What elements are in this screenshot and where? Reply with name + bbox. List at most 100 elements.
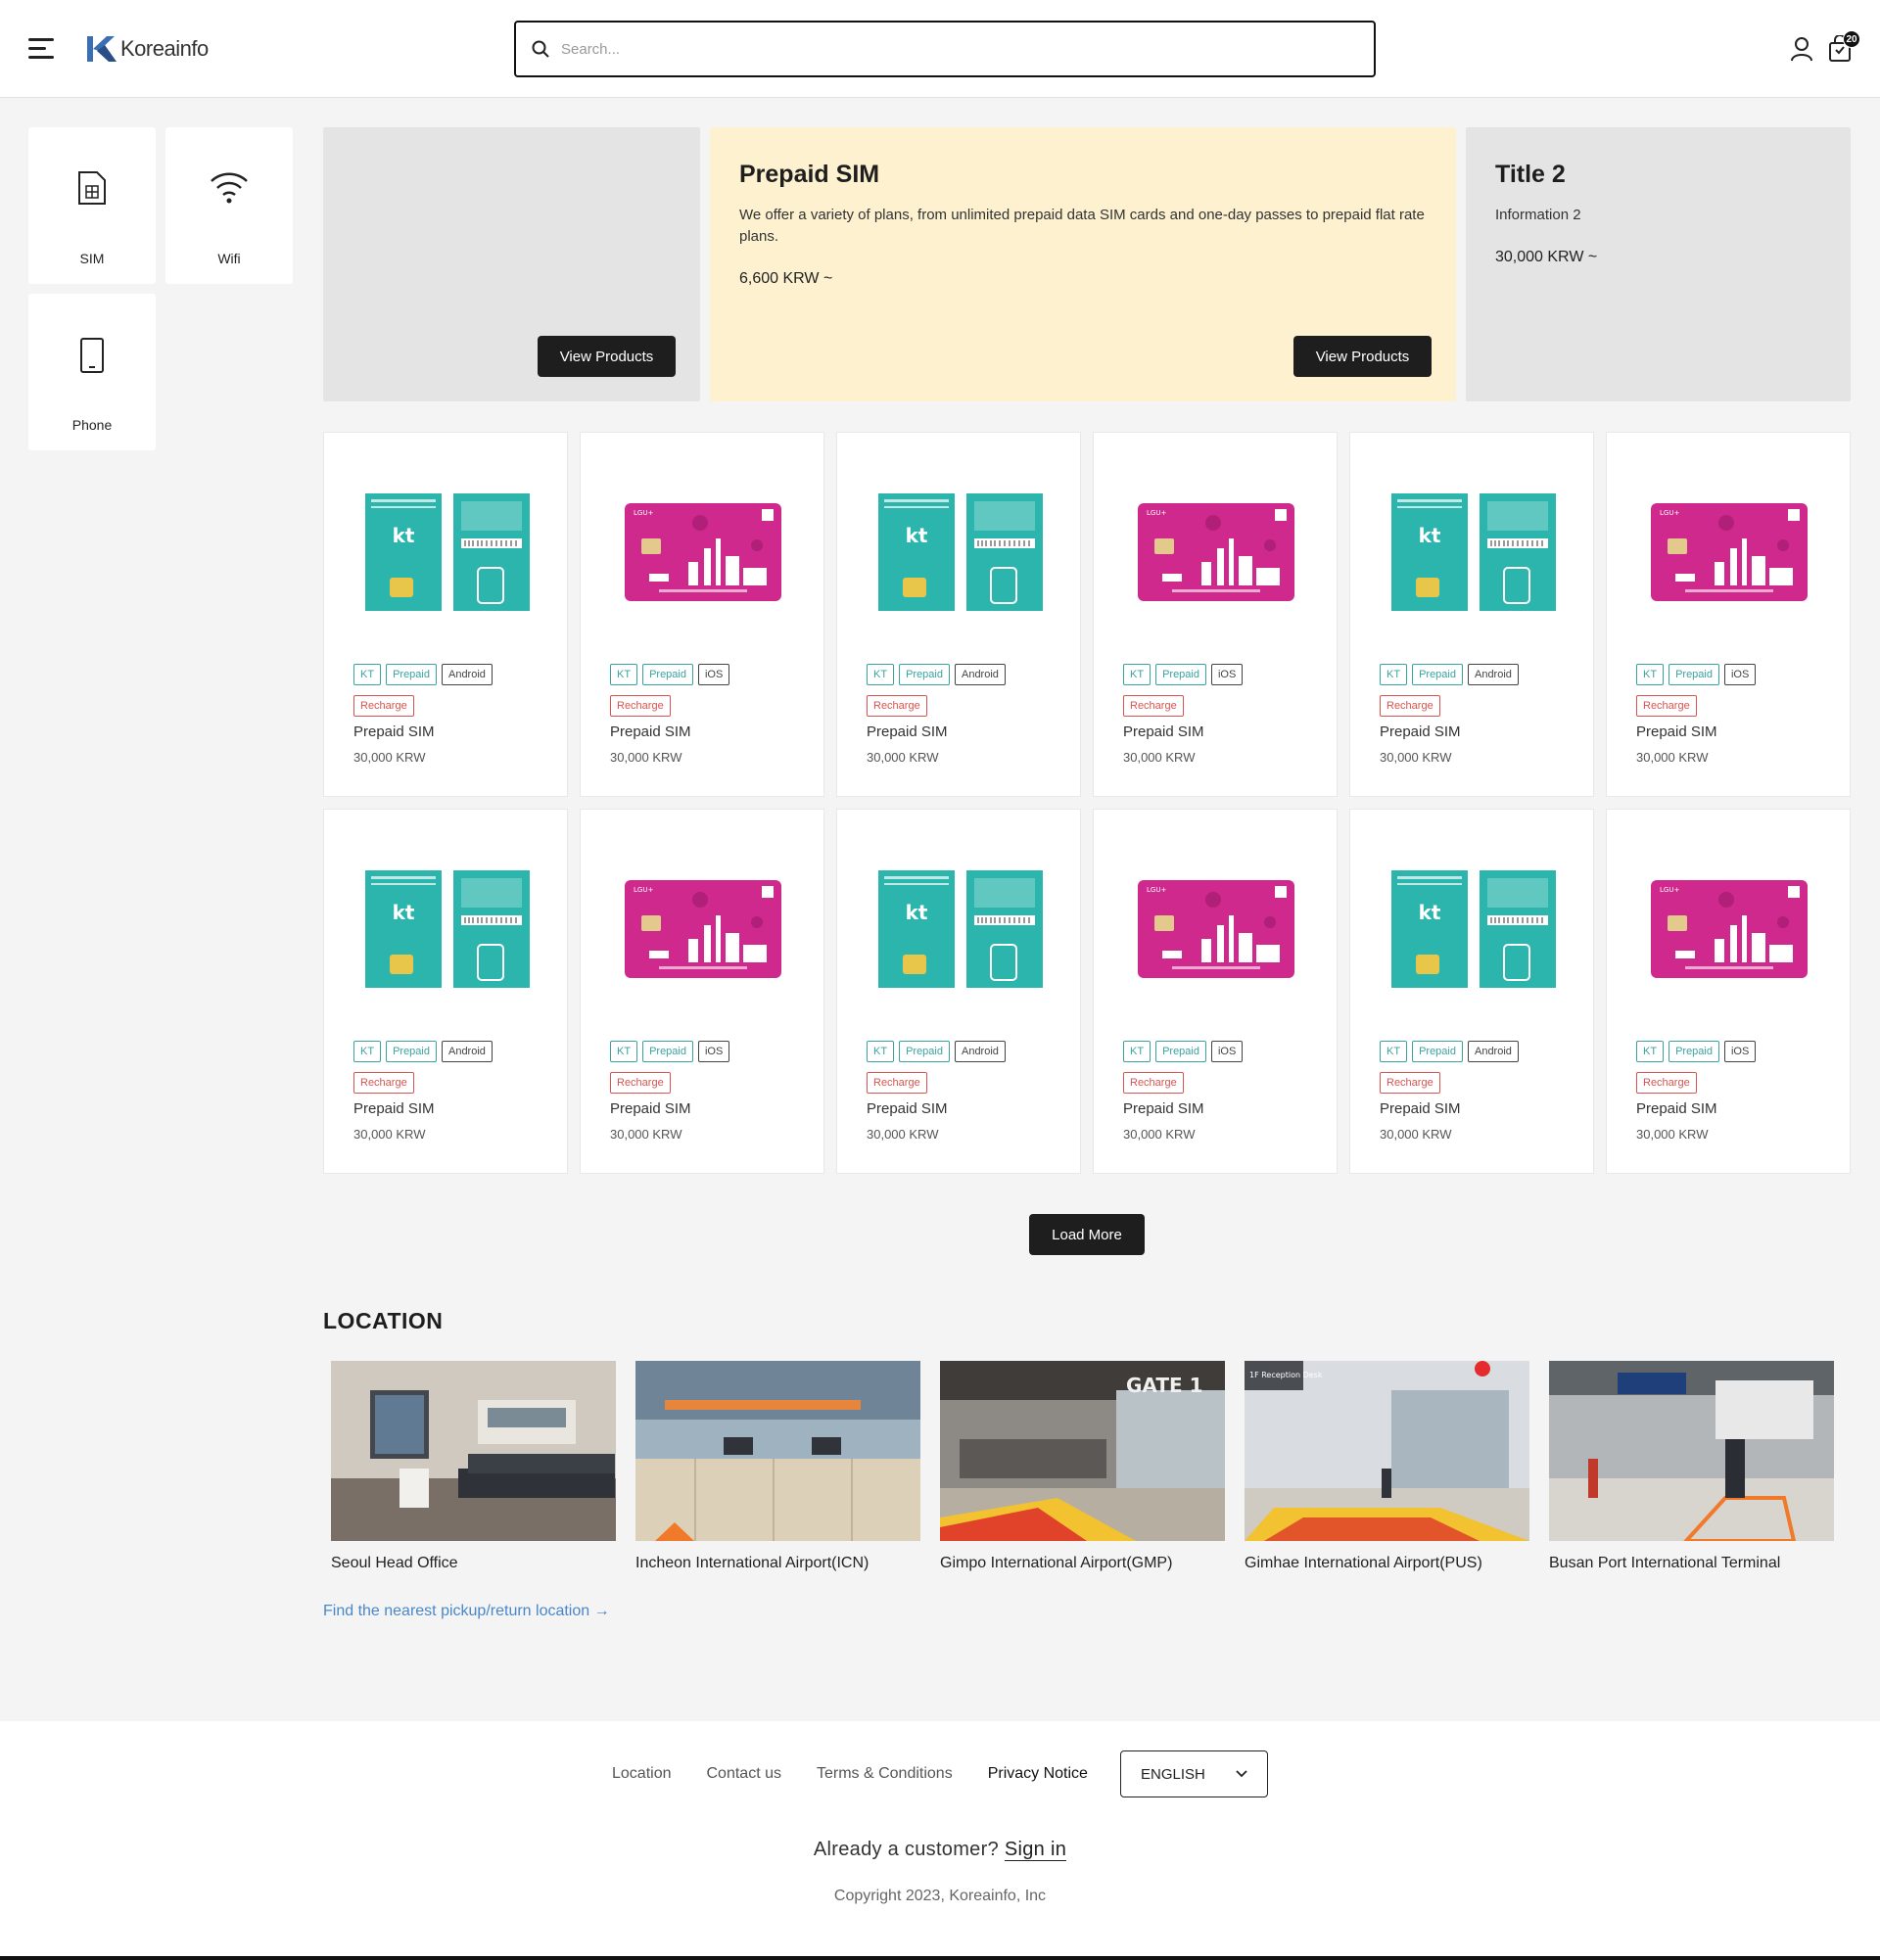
banner-prepaid-sim: Prepaid SIM We offer a variety of plans,…	[710, 127, 1456, 401]
product-tag: iOS	[1723, 664, 1757, 685]
language-select[interactable]: ENGLISH	[1120, 1750, 1268, 1797]
banner-1: View Products	[323, 127, 700, 401]
location-card[interactable]: 1F Reception Desk Gimhae International A…	[1245, 1361, 1529, 1572]
svg-text:LGU+: LGU+	[1660, 886, 1679, 894]
product-card[interactable]: kt KT Prepaid Android Recharge Prepaid SIM 30…	[323, 809, 568, 1174]
sign-in-link[interactable]: Sign in	[1004, 1839, 1067, 1861]
user-account-icon[interactable]	[1790, 36, 1813, 62]
product-price: 30,000 KRW	[353, 1127, 426, 1142]
location-photo	[635, 1361, 920, 1541]
search-input[interactable]	[561, 40, 1325, 58]
search-bar[interactable]	[514, 21, 1376, 77]
product-price: 30,000 KRW	[1123, 750, 1196, 765]
product-tag: KT	[1636, 1041, 1665, 1062]
svg-text:LGU+: LGU+	[634, 509, 653, 517]
product-tags: KT Prepaid Android Recharge	[867, 1041, 1062, 1094]
product-price: 30,000 KRW	[1636, 750, 1709, 765]
footer-link-location[interactable]: Location	[612, 1765, 672, 1783]
lgu-sim-card-image: LGU+	[625, 880, 781, 978]
product-tag: KT	[1380, 1041, 1408, 1062]
location-card[interactable]: Busan Port International Terminal	[1549, 1361, 1834, 1572]
product-tag: Prepaid	[642, 664, 693, 685]
product-tag: Android	[1467, 664, 1519, 685]
view-products-button[interactable]: View Products	[1293, 336, 1432, 377]
hamburger-menu-icon[interactable]	[28, 38, 56, 60]
product-title: Prepaid SIM	[1123, 1100, 1204, 1117]
product-tag: Recharge	[1123, 1072, 1184, 1094]
copyright-text: Copyright 2023, Koreainfo, Inc	[833, 1888, 1047, 1904]
banner-title: Title 2	[1495, 161, 1566, 188]
category-label: Wifi	[217, 251, 241, 266]
banner-title-2: Title 2 Information 2 30,000 KRW ~	[1466, 127, 1851, 401]
find-location-link[interactable]: Find the nearest pickup/return location …	[323, 1603, 610, 1620]
product-title: Prepaid SIM	[610, 723, 691, 740]
product-tag: Android	[1467, 1041, 1519, 1062]
cart-count-badge: 20	[1843, 30, 1860, 48]
product-card[interactable]: kt KT Prepaid Android Recharge Prepaid SIM 30…	[323, 432, 568, 797]
product-tags: KT Prepaid Android Recharge	[1380, 1041, 1575, 1094]
site-logo[interactable]: Koreainfo	[85, 31, 209, 67]
product-tag: KT	[610, 1041, 638, 1062]
kt-sim-card-image: kt	[365, 493, 530, 611]
product-tags: KT Prepaid iOS Recharge	[1636, 664, 1832, 717]
kt-sim-card-image: kt	[1391, 870, 1556, 988]
svg-text:kt: kt	[1419, 524, 1441, 547]
product-tag: KT	[353, 664, 382, 685]
product-price: 30,000 KRW	[610, 750, 682, 765]
product-card[interactable]: kt KT Prepaid Android Recharge Prepaid SIM 30…	[836, 432, 1081, 797]
location-card[interactable]: GATE 1 Gimpo International Airport(GMP)	[940, 1361, 1225, 1572]
product-card[interactable]: LGU+ KT Prepaid iOS Recharge Prepaid SIM 30,0…	[1606, 432, 1851, 797]
logo-text: Koreainfo	[120, 36, 209, 61]
product-card[interactable]: LGU+ KT Prepaid iOS Recharge Prepaid SIM 30,0…	[580, 809, 824, 1174]
category-wifi[interactable]: Wifi	[165, 127, 293, 284]
product-tag: Prepaid	[386, 1041, 437, 1062]
view-products-button[interactable]: View Products	[538, 336, 676, 377]
product-tag: Prepaid	[899, 1041, 950, 1062]
product-tag: Android	[954, 664, 1006, 685]
product-tag: KT	[1636, 664, 1665, 685]
product-card[interactable]: LGU+ KT Prepaid iOS Recharge Prepaid SIM 30,0…	[1093, 809, 1338, 1174]
product-price: 30,000 KRW	[867, 750, 939, 765]
product-tag: Recharge	[1636, 695, 1697, 717]
product-card[interactable]: kt KT Prepaid Android Recharge Prepaid SIM 30…	[1349, 432, 1594, 797]
product-tag: Prepaid	[1155, 664, 1206, 685]
lgu-sim-card-image: LGU+	[1138, 503, 1294, 601]
product-tag: Android	[954, 1041, 1006, 1062]
product-card[interactable]: LGU+ KT Prepaid iOS Recharge Prepaid SIM 30,0…	[1606, 809, 1851, 1174]
location-card[interactable]: Seoul Head Office	[331, 1361, 616, 1572]
product-tag: Recharge	[867, 1072, 927, 1094]
product-tag: Recharge	[353, 695, 414, 717]
product-tag: iOS	[1210, 664, 1244, 685]
product-tag: Recharge	[1123, 695, 1184, 717]
product-tag: KT	[610, 664, 638, 685]
product-tags: KT Prepaid iOS Recharge	[610, 1041, 806, 1094]
location-card[interactable]: Incheon International Airport(ICN)	[635, 1361, 920, 1572]
product-tag: Android	[441, 664, 493, 685]
banner-price: 30,000 KRW ~	[1495, 249, 1598, 265]
signin-prompt: Already a customer? Sign in	[0, 1839, 1880, 1861]
location-name: Seoul Head Office	[331, 1555, 458, 1571]
product-tag: Prepaid	[642, 1041, 693, 1062]
product-tag: Recharge	[610, 1072, 671, 1094]
product-tag: iOS	[697, 664, 730, 685]
product-card[interactable]: kt KT Prepaid Android Recharge Prepaid SIM 30…	[836, 809, 1081, 1174]
product-price: 30,000 KRW	[1123, 1127, 1196, 1142]
product-card[interactable]: LGU+ KT Prepaid iOS Recharge Prepaid SIM 30,0…	[580, 432, 824, 797]
product-card[interactable]: LGU+ KT Prepaid iOS Recharge Prepaid SIM 30,0…	[1093, 432, 1338, 797]
footer-link-contact[interactable]: Contact us	[707, 1765, 781, 1783]
product-tag: Recharge	[1636, 1072, 1697, 1094]
location-photo	[1549, 1361, 1834, 1541]
footer-link-privacy[interactable]: Privacy Notice	[988, 1765, 1088, 1783]
svg-text:LGU+: LGU+	[1147, 509, 1166, 517]
category-phone[interactable]: Phone	[28, 294, 156, 450]
banner-title: Prepaid SIM	[739, 161, 880, 188]
product-title: Prepaid SIM	[1380, 723, 1461, 740]
reception-sign-text: 1F Reception Desk	[1249, 1371, 1323, 1379]
product-card[interactable]: kt KT Prepaid Android Recharge Prepaid SIM 30…	[1349, 809, 1594, 1174]
category-sim[interactable]: SIM	[28, 127, 156, 284]
location-name: Incheon International Airport(ICN)	[635, 1555, 870, 1571]
footer-link-terms[interactable]: Terms & Conditions	[817, 1765, 953, 1783]
product-tags: KT Prepaid Android Recharge	[867, 664, 1062, 717]
load-more-button[interactable]: Load More	[1029, 1214, 1145, 1255]
product-tag: Recharge	[1380, 695, 1440, 717]
